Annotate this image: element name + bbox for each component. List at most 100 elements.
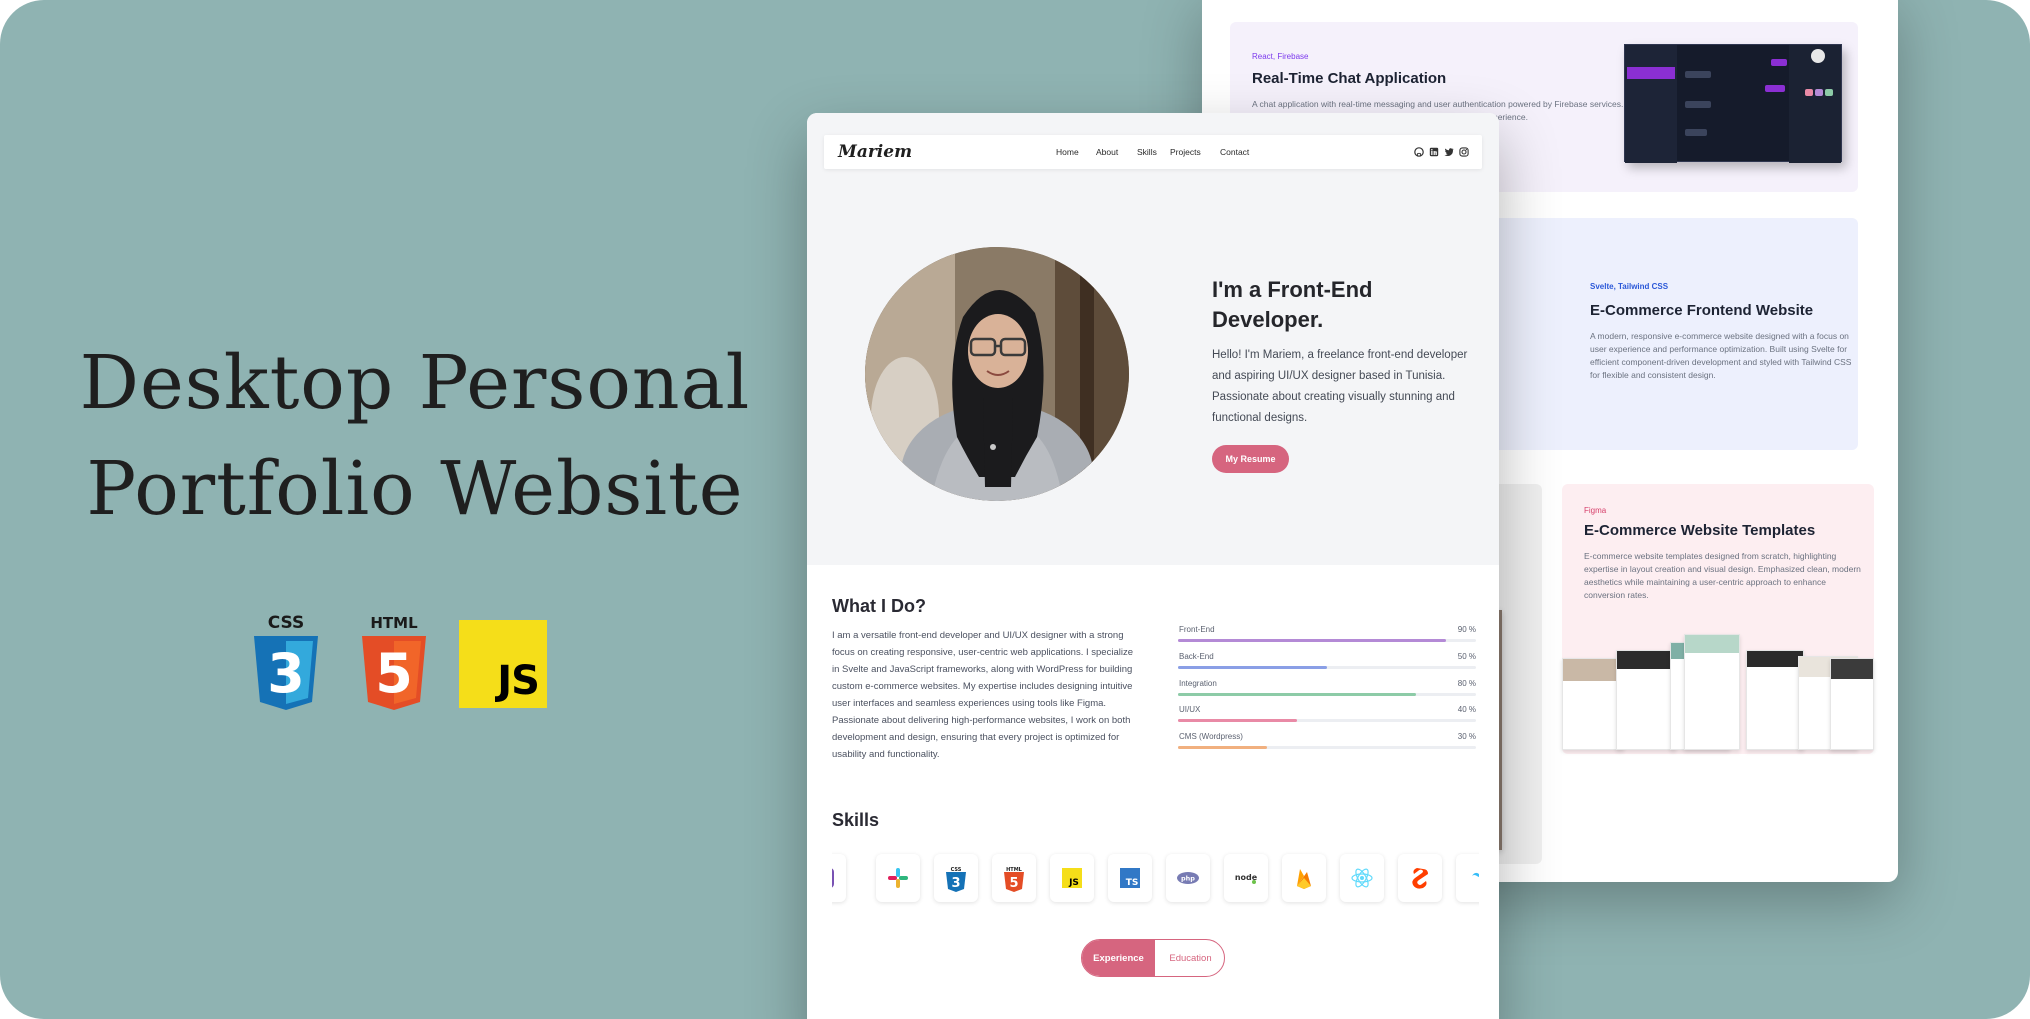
svg-text:HTML: HTML [370, 614, 418, 632]
html5-logo: HTML 5 [362, 614, 426, 710]
skill-bar-label: UI/UX [1179, 705, 1201, 714]
svg-text:JS: JS [1068, 878, 1079, 888]
slack-icon [888, 868, 908, 888]
svg-text:5: 5 [375, 642, 413, 705]
twitter-icon[interactable] [1444, 147, 1454, 157]
php-icon: php [1177, 872, 1199, 884]
skill-tile: php [1166, 854, 1210, 902]
typescript-icon: TS [1120, 868, 1140, 888]
skill-bar-value: 40 % [1457, 705, 1476, 714]
nav-link-skills[interactable]: Skills [1137, 147, 1157, 157]
skill-tile [1340, 854, 1384, 902]
css3-logo: CSS 3 [254, 613, 318, 710]
tab-experience[interactable]: Experience [1082, 940, 1155, 976]
github-icon[interactable] [1414, 147, 1424, 157]
tailwind-icon [1472, 872, 1479, 878]
skill-tile: B [832, 854, 846, 902]
skill-bar-label: Integration [1179, 679, 1217, 688]
skills-carousel[interactable]: B CSS 3 HTML 5 JS TS php node [832, 851, 1479, 907]
skill-tile: JS [1050, 854, 1094, 902]
skill-bar-label: Back-End [1179, 652, 1214, 661]
skill-bar-fill [1178, 666, 1327, 669]
svg-text:5: 5 [1009, 876, 1018, 891]
experience-education-toggle: Experience Education [1081, 939, 1225, 977]
showcase-canvas: Desktop Personal Portfolio Website CSS 3… [0, 0, 2030, 1019]
skill-bar-label: CMS (Wordpress) [1179, 732, 1243, 741]
project-description: E-commerce website templates designed fr… [1584, 551, 1861, 600]
skill-tile: TS [1108, 854, 1152, 902]
skill-bar-value: 30 % [1457, 732, 1476, 741]
javascript-icon: JS [1062, 868, 1082, 888]
skill-tile [1282, 854, 1326, 902]
css3-icon: CSS3 [946, 867, 966, 892]
what-i-do-heading: What I Do? [832, 596, 926, 616]
bootstrap-icon: B [832, 868, 834, 888]
nodejs-icon: node [1235, 873, 1258, 884]
firebase-icon [1297, 869, 1311, 889]
intro-heading: I'm a Front-End Developer. [1212, 277, 1373, 332]
react-icon [1351, 868, 1373, 888]
skill-bar-track [1178, 666, 1476, 669]
what-i-do-text: I am a versatile front-end developer and… [832, 630, 1133, 760]
project-tags: React, Firebase [1252, 52, 1309, 61]
showcase-title-line2: Portfolio Website [86, 446, 744, 532]
brand-logo[interactable]: Mariem [838, 142, 912, 162]
skills-heading: Skills [832, 810, 880, 830]
skill-tile: CSS 3 [934, 854, 978, 902]
html5-icon: HTML5 [1004, 867, 1024, 892]
svg-text:3: 3 [951, 876, 960, 891]
skill-bar-track [1178, 746, 1476, 749]
nav-link-about[interactable]: About [1096, 147, 1118, 157]
javascript-logo-text: JS [497, 658, 540, 704]
svg-text:php: php [1181, 875, 1195, 883]
skill-tile [1456, 854, 1479, 902]
skill-bar-track [1178, 719, 1476, 722]
nav-link-projects[interactable]: Projects [1170, 147, 1201, 157]
intro-text: Hello! I'm Mariem, a freelance front-end… [1212, 349, 1468, 424]
svg-text:CSS: CSS [268, 613, 305, 633]
profile-photo [865, 247, 1129, 501]
skill-tile: node [1224, 854, 1268, 902]
svg-text:3: 3 [267, 642, 305, 705]
skill-bar-value: 90 % [1457, 625, 1476, 634]
svelte-icon [1412, 868, 1428, 889]
skill-bar-value: 50 % [1457, 652, 1476, 661]
skill-bar-fill [1178, 719, 1298, 722]
tab-education[interactable]: Education [1155, 940, 1224, 976]
javascript-logo: JS [459, 620, 547, 708]
project-card-templates[interactable]: Figma E-Commerce Website Templates E-com… [1562, 484, 1874, 754]
svg-text:TS: TS [1126, 878, 1139, 888]
project-title: Real-Time Chat Application [1252, 70, 1447, 87]
skill-bar-uiux: UI/UX 40 % [1178, 705, 1476, 729]
project-title: E-Commerce Website Templates [1584, 522, 1816, 539]
nav-link-contact[interactable]: Contact [1220, 147, 1249, 157]
project-description: A modern, responsive e-commerce website … [1590, 331, 1852, 380]
skill-bar-fill [1178, 639, 1447, 642]
skill-bar-backend: Back-End 50 % [1178, 652, 1476, 676]
instagram-icon[interactable] [1459, 147, 1469, 157]
project-title: E-Commerce Frontend Website [1590, 302, 1814, 319]
portfolio-screenshot: Mariem Home About Skills Projects Contac… [807, 113, 1499, 1019]
linkedin-icon[interactable] [1429, 147, 1439, 157]
skill-bar-track [1178, 639, 1476, 642]
skill-bar-value: 80 % [1457, 679, 1476, 688]
templates-preview-image [1562, 632, 1874, 754]
skill-tile [876, 854, 920, 902]
skill-bar-fill [1178, 693, 1417, 696]
project-tags: Figma [1584, 506, 1607, 515]
project-tags: Svelte, Tailwind CSS [1590, 282, 1669, 291]
chat-app-preview-image [1624, 44, 1842, 163]
skill-bar-track [1178, 693, 1476, 696]
skill-bar-fill [1178, 746, 1268, 749]
skill-bar-label: Front-End [1179, 625, 1215, 634]
skill-tile [1398, 854, 1442, 902]
skill-bar-cms: CMS (Wordpress) 30 % [1178, 732, 1476, 756]
showcase-title: Desktop Personal Portfolio Website [60, 330, 770, 542]
skill-bar-integration: Integration 80 % [1178, 679, 1476, 703]
skill-bar-frontend: Front-End 90 % [1178, 625, 1476, 649]
skill-tile: HTML 5 [992, 854, 1036, 902]
navbar: Mariem Home About Skills Projects Contac… [824, 135, 1482, 169]
nav-link-home[interactable]: Home [1056, 147, 1079, 157]
resume-button[interactable]: My Resume [1212, 445, 1289, 473]
showcase-title-line1: Desktop Personal [79, 340, 751, 426]
